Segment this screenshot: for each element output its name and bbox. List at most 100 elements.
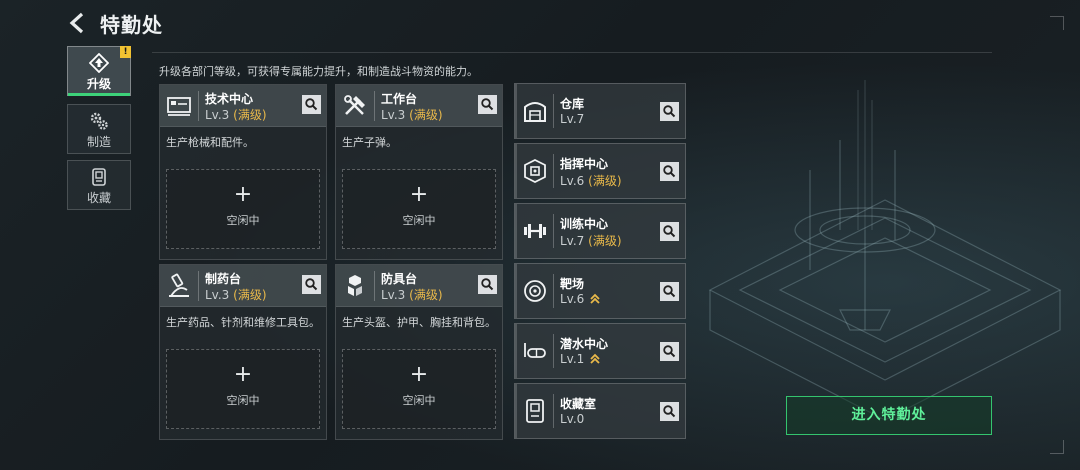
alert-badge: ! — [120, 46, 131, 58]
inspect-button[interactable] — [302, 95, 321, 114]
upgrade-available-icon — [590, 293, 600, 304]
search-icon — [663, 285, 676, 298]
card-header: 技术中心 Lv.3 (满级) — [160, 85, 326, 127]
facility-warehouse[interactable]: 仓库 Lv.7 — [514, 83, 686, 139]
shooting-range-icon — [524, 280, 546, 302]
facility-name: 潜水中心 — [560, 337, 609, 351]
search-icon — [663, 105, 676, 118]
facility-name: 指挥中心 — [560, 157, 609, 171]
slot-status: 空闲中 — [226, 214, 260, 227]
gears-icon — [90, 112, 108, 130]
facility-diving-center[interactable]: 潜水中心 Lv.1 — [514, 323, 686, 379]
card-level: Lv.3 (满级) — [205, 288, 267, 302]
inspect-button[interactable] — [660, 282, 679, 301]
inspect-button[interactable] — [660, 402, 679, 421]
enter-special-ops-button[interactable]: 进入特勤处 — [786, 396, 992, 435]
slot-status: 空闲中 — [402, 214, 436, 227]
armor-bench-icon — [348, 275, 362, 296]
slot-status: 空闲中 — [402, 394, 436, 407]
facility-name: 仓库 — [560, 97, 585, 111]
facility-name: 收藏室 — [560, 397, 597, 411]
card-pharmacy: 制药台 Lv.3 (满级) 生产药品、针剂和维修工具包。 + 空闲中 — [159, 264, 327, 440]
facility-level: Lv.7 (满级) — [560, 234, 622, 248]
inspect-button[interactable] — [302, 275, 321, 294]
card-level: Lv.3 (满级) — [381, 288, 443, 302]
facility-level: Lv.1 — [560, 352, 600, 366]
search-icon — [663, 225, 676, 238]
card-workbench: 工作台 Lv.3 (满级) 生产子弹。 + 空闲中 — [335, 84, 503, 260]
maxed-label: (满级) — [233, 108, 267, 122]
inspect-button[interactable] — [660, 102, 679, 121]
facility-level: Lv.0 — [560, 412, 585, 426]
search-icon — [481, 98, 494, 111]
warehouse-icon — [524, 102, 546, 122]
page-title: 特勤处 — [100, 13, 163, 37]
search-icon — [663, 345, 676, 358]
page-description: 升级各部门等级，可获得专属能力提升，和制造战斗物资的能力。 — [159, 65, 478, 78]
diving-center-icon — [524, 343, 546, 358]
search-icon — [663, 405, 676, 418]
production-slot[interactable]: + 空闲中 — [342, 349, 496, 429]
production-slot[interactable]: + 空闲中 — [166, 349, 320, 429]
inspect-button[interactable] — [660, 342, 679, 361]
tab-upgrade[interactable]: 升级 ! — [67, 46, 131, 96]
header: 特勤处 — [0, 0, 1080, 48]
production-slot[interactable]: + 空闲中 — [166, 169, 320, 249]
tech-center-icon — [167, 97, 191, 116]
tab-label: 收藏 — [86, 191, 111, 205]
card-name: 防具台 — [381, 272, 418, 286]
card-header: 防具台 Lv.3 (满级) — [336, 265, 502, 307]
search-icon — [663, 165, 676, 178]
upgrade-icon — [89, 53, 109, 73]
plus-icon: + — [409, 182, 429, 207]
collection-room-icon — [526, 399, 544, 423]
card-name: 工作台 — [381, 92, 418, 106]
facility-collection-room[interactable]: 收藏室 Lv.0 — [514, 383, 686, 439]
plus-icon: + — [233, 182, 253, 207]
maxed-label: (满级) — [588, 234, 622, 248]
facility-shooting-range[interactable]: 靶场 Lv.6 — [514, 263, 686, 319]
maxed-label: (满级) — [588, 174, 622, 188]
back-arrow-icon[interactable] — [66, 11, 90, 35]
maxed-label: (满级) — [409, 108, 443, 122]
facility-level: Lv.7 — [560, 112, 585, 126]
card-level: Lv.3 (满级) — [381, 108, 443, 122]
card-armor-bench: 防具台 Lv.3 (满级) 生产头盔、护甲、胸挂和背包。 + 空闲中 — [335, 264, 503, 440]
inspect-button[interactable] — [660, 222, 679, 241]
card-level: Lv.3 (满级) — [205, 108, 267, 122]
plus-icon: + — [233, 362, 253, 387]
plus-icon: + — [409, 362, 429, 387]
tab-label: 升级 — [86, 77, 111, 91]
card-name: 技术中心 — [205, 92, 254, 106]
tab-collection[interactable]: 收藏 — [67, 160, 131, 210]
card-description: 生产枪械和配件。 — [166, 136, 254, 149]
inspect-button[interactable] — [660, 162, 679, 181]
facility-level: Lv.6 (满级) — [560, 174, 622, 188]
card-description: 生产头盔、护甲、胸挂和背包。 — [342, 316, 496, 329]
facility-name: 训练中心 — [560, 217, 609, 231]
inspect-button[interactable] — [478, 95, 497, 114]
card-description: 生产子弹。 — [342, 136, 397, 149]
card-header: 工作台 Lv.3 (满级) — [336, 85, 502, 127]
maxed-label: (满级) — [409, 288, 443, 302]
training-center-icon — [524, 224, 546, 238]
workbench-icon — [344, 95, 365, 115]
frame-corner — [1050, 440, 1064, 454]
pharmacy-icon — [169, 273, 189, 297]
production-slot[interactable]: + 空闲中 — [342, 169, 496, 249]
slot-status: 空闲中 — [226, 394, 260, 407]
facility-command-center[interactable]: 指挥中心 Lv.6 (满级) — [514, 143, 686, 199]
search-icon — [481, 278, 494, 291]
maxed-label: (满级) — [233, 288, 267, 302]
inspect-button[interactable] — [478, 275, 497, 294]
facility-training-center[interactable]: 训练中心 Lv.7 (满级) — [514, 203, 686, 259]
collection-icon — [92, 168, 106, 186]
facility-name: 靶场 — [560, 277, 585, 291]
card-header: 制药台 Lv.3 (满级) — [160, 265, 326, 307]
card-tech-center: 技术中心 Lv.3 (满级) 生产枪械和配件。 + 空闲中 — [159, 84, 327, 260]
facility-level: Lv.6 — [560, 292, 600, 306]
tab-label: 制造 — [86, 135, 111, 149]
search-icon — [305, 278, 318, 291]
tab-manufacture[interactable]: 制造 — [67, 104, 131, 154]
header-divider — [152, 52, 992, 53]
